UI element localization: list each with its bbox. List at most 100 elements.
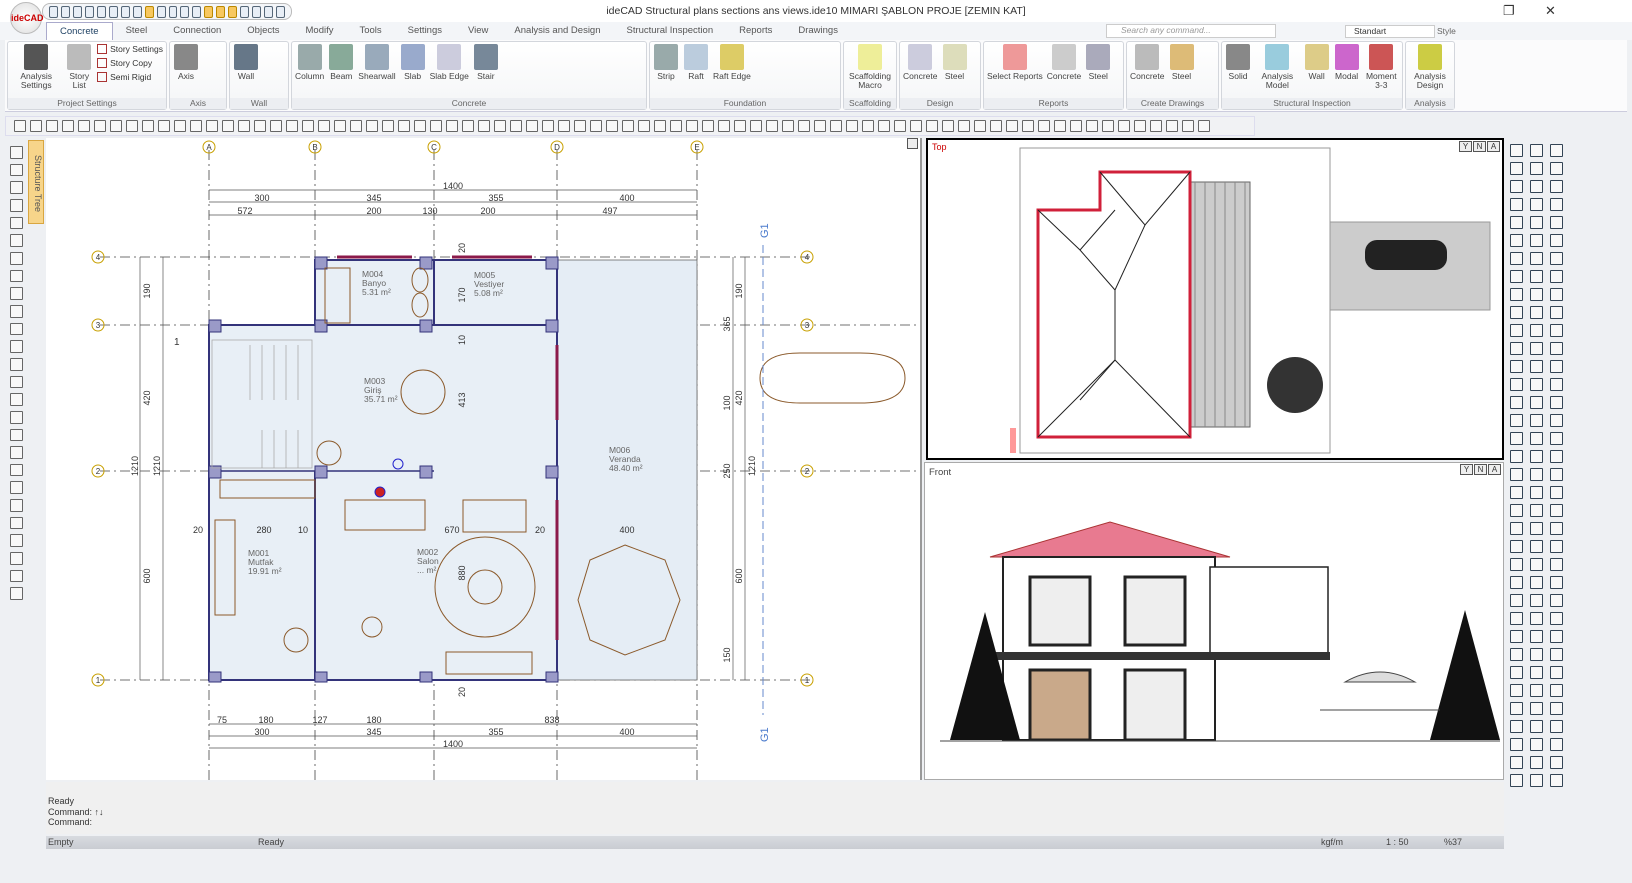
right-tool-icon[interactable] <box>1509 306 1523 319</box>
drawing-tool-icon[interactable] <box>1102 120 1114 132</box>
drawing-tool-icon[interactable] <box>286 120 298 132</box>
right-tool-icon[interactable] <box>1509 666 1523 679</box>
drawing-tool-icon[interactable] <box>894 120 906 132</box>
right-tool-icon[interactable] <box>1529 306 1543 319</box>
right-tool-icon[interactable] <box>1529 720 1543 733</box>
right-tool-icon[interactable] <box>1549 756 1563 769</box>
drawing-tool-icon[interactable] <box>398 120 410 132</box>
story-list-button[interactable]: Story List <box>65 44 93 90</box>
right-tool-icon[interactable] <box>1549 504 1563 517</box>
plan-viewport[interactable]: 1400 300 345 355 400 572 200 130 200 497 75 180 1… <box>46 138 922 780</box>
left-tool-icon[interactable] <box>9 198 23 212</box>
right-tool-icon[interactable] <box>1509 738 1523 751</box>
right-tool-icon[interactable] <box>1549 324 1563 337</box>
left-tool-icon[interactable] <box>9 304 23 318</box>
right-tool-icon[interactable] <box>1509 432 1523 445</box>
view-btn-a[interactable]: A <box>1488 464 1501 475</box>
drawing-tool-icon[interactable] <box>414 120 426 132</box>
beam-button[interactable]: Beam <box>328 44 354 81</box>
raft-button[interactable]: Raft <box>683 44 709 81</box>
right-tool-icon[interactable] <box>1509 522 1523 535</box>
right-tool-icon[interactable] <box>1529 594 1543 607</box>
left-tool-icon[interactable] <box>9 322 23 336</box>
left-tool-icon[interactable] <box>9 569 23 583</box>
drawing-tool-icon[interactable] <box>254 120 266 132</box>
right-tool-icon[interactable] <box>1509 180 1523 193</box>
command-panel[interactable]: Ready Command: ↑↓ Command: <box>46 782 1504 834</box>
drawing-tool-icon[interactable] <box>718 120 730 132</box>
story-copy-button[interactable]: Story Copy <box>97 58 163 68</box>
analysis-design-button[interactable]: Analysis Design <box>1409 44 1451 90</box>
right-tool-icon[interactable] <box>1549 162 1563 175</box>
right-tool-icon[interactable] <box>1549 234 1563 247</box>
concrete-button[interactable]: Concrete <box>903 44 938 81</box>
analysis-settings-button[interactable]: Analysis Settings <box>11 44 61 90</box>
drawing-tool-icon[interactable] <box>638 120 650 132</box>
right-tool-icon[interactable] <box>1549 522 1563 535</box>
tab-analysis-and-design[interactable]: Analysis and Design <box>501 22 613 40</box>
drawing-tool-icon[interactable] <box>1118 120 1130 132</box>
drawing-tool-icon[interactable] <box>670 120 682 132</box>
left-tool-icon[interactable] <box>9 357 23 371</box>
right-tool-icon[interactable] <box>1529 252 1543 265</box>
right-tool-icon[interactable] <box>1549 360 1563 373</box>
right-tool-icon[interactable] <box>1529 738 1543 751</box>
left-tool-icon[interactable] <box>9 251 23 265</box>
story-settings-button[interactable]: Story Settings <box>97 44 163 54</box>
left-tool-icon[interactable] <box>9 234 23 247</box>
left-tool-icon[interactable] <box>9 340 23 353</box>
right-tool-icon[interactable] <box>1529 198 1543 211</box>
right-tool-icon[interactable] <box>1549 144 1563 157</box>
axis-button[interactable]: Axis <box>173 44 199 81</box>
right-tool-icon[interactable] <box>1549 630 1563 643</box>
right-tool-icon[interactable] <box>1509 540 1523 553</box>
drawing-tool-icon[interactable] <box>238 120 250 132</box>
drawing-tool-icon[interactable] <box>942 120 954 132</box>
column-button[interactable]: Column <box>295 44 324 81</box>
right-tool-icon[interactable] <box>1529 144 1543 157</box>
drawing-tool-icon[interactable] <box>1134 120 1146 132</box>
right-tool-icon[interactable] <box>1529 504 1543 517</box>
drawing-tool-icon[interactable] <box>1054 120 1066 132</box>
drawing-tool-icon[interactable] <box>926 120 938 132</box>
right-tool-icon[interactable] <box>1509 576 1523 589</box>
right-tool-icon[interactable] <box>1509 504 1523 517</box>
drawing-tool-icon[interactable] <box>542 120 554 132</box>
drawing-tool-icon[interactable] <box>366 120 378 132</box>
right-tool-icon[interactable] <box>1529 774 1543 787</box>
right-tool-icon[interactable] <box>1529 630 1543 643</box>
right-tool-icon[interactable] <box>1529 288 1543 301</box>
drawing-tool-icon[interactable] <box>446 120 458 132</box>
right-tool-icon[interactable] <box>1509 774 1523 787</box>
top-viewport[interactable]: Top YNA <box>926 138 1504 460</box>
left-tool-icon[interactable] <box>9 516 23 530</box>
drawing-tool-icon[interactable] <box>798 120 810 132</box>
tab-objects[interactable]: Objects <box>234 22 292 40</box>
wall-button[interactable]: Wall <box>233 44 259 81</box>
scaffolding-macro-button[interactable]: Scaffolding Macro <box>847 44 893 90</box>
strip-button[interactable]: Strip <box>653 44 679 81</box>
drawing-tool-icon[interactable] <box>14 120 26 132</box>
right-tool-icon[interactable] <box>1529 360 1543 373</box>
right-tool-icon[interactable] <box>1509 378 1523 391</box>
right-tool-icon[interactable] <box>1509 288 1523 301</box>
drawing-tool-icon[interactable] <box>1038 120 1050 132</box>
right-tool-icon[interactable] <box>1509 270 1523 283</box>
restore-button[interactable]: ❐ <box>1503 3 1515 19</box>
drawing-tool-icon[interactable] <box>622 120 634 132</box>
drawing-tool-icon[interactable] <box>830 120 842 132</box>
drawing-tool-icon[interactable] <box>862 120 874 132</box>
drawing-tool-icon[interactable] <box>318 120 330 132</box>
steel-button[interactable]: Steel <box>1085 44 1111 81</box>
right-tool-icon[interactable] <box>1529 234 1543 247</box>
right-tool-icon[interactable] <box>1509 756 1523 769</box>
drawing-tool-icon[interactable] <box>1150 120 1162 132</box>
right-tool-icon[interactable] <box>1509 648 1523 661</box>
drawing-tool-icon[interactable] <box>702 120 714 132</box>
right-tool-icon[interactable] <box>1549 180 1563 193</box>
left-tool-icon[interactable] <box>9 552 23 565</box>
drawing-tool-icon[interactable] <box>78 120 90 132</box>
drawing-tool-icon[interactable] <box>750 120 762 132</box>
front-viewport[interactable]: Front YNA <box>924 462 1504 780</box>
right-tool-icon[interactable] <box>1549 666 1563 679</box>
